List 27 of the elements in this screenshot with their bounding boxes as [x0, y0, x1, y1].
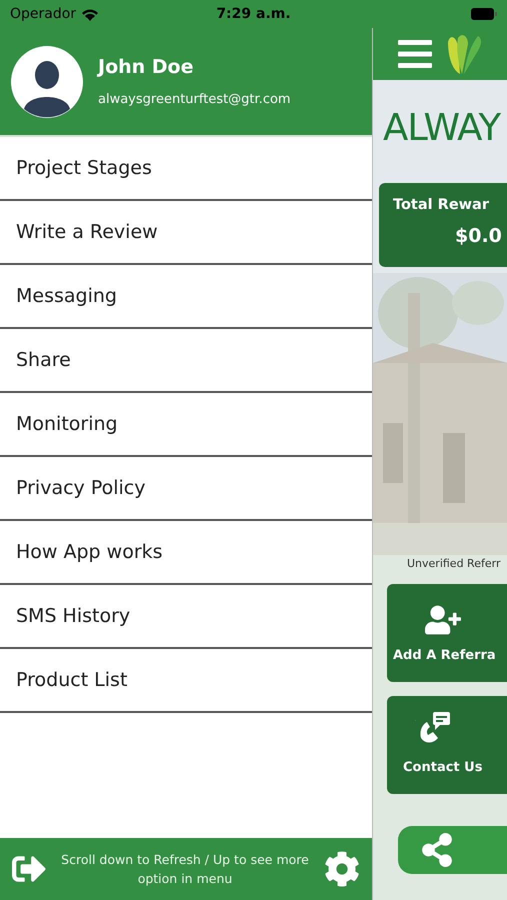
user-name: John Doe [98, 56, 195, 78]
unverified-label: Unverified Referr [407, 557, 500, 570]
brand-logo-text: ALWAY [383, 106, 500, 149]
carrier-name: Operador [10, 6, 76, 22]
user-email: alwaysgreenturftest@gtr.com [98, 92, 291, 107]
avatar-icon [10, 44, 84, 118]
rewards-amount: $0.0 [454, 225, 503, 247]
share-icon [420, 833, 454, 867]
battery-icon [471, 8, 497, 20]
wifi-icon [81, 8, 100, 20]
menu-item[interactable]: SMS History [0, 585, 372, 649]
menu-item[interactable]: Privacy Policy [0, 457, 372, 521]
action-card[interactable]: Contact Us [387, 696, 507, 794]
menu-item[interactable]: How App works [0, 521, 372, 585]
share-button[interactable] [398, 826, 507, 874]
menu-item[interactable]: Share [0, 329, 372, 393]
status-time: 7:29 a.m. [216, 6, 291, 22]
menu-item[interactable]: Monitoring [0, 393, 372, 457]
settings-icon[interactable] [324, 851, 360, 887]
rewards-label: Total Rewar [393, 197, 490, 213]
action-card[interactable]: Add A Referra [387, 584, 507, 682]
menu-item[interactable]: Project Stages [0, 137, 372, 201]
menu-item[interactable]: Write a Review [0, 201, 372, 265]
menu-item[interactable]: Messaging [0, 265, 372, 329]
menu-icon[interactable] [398, 39, 432, 69]
refresh-hint: Scroll down to Refresh / Up to see more option in menu [60, 851, 310, 888]
menu-item[interactable]: Product List [0, 649, 372, 713]
